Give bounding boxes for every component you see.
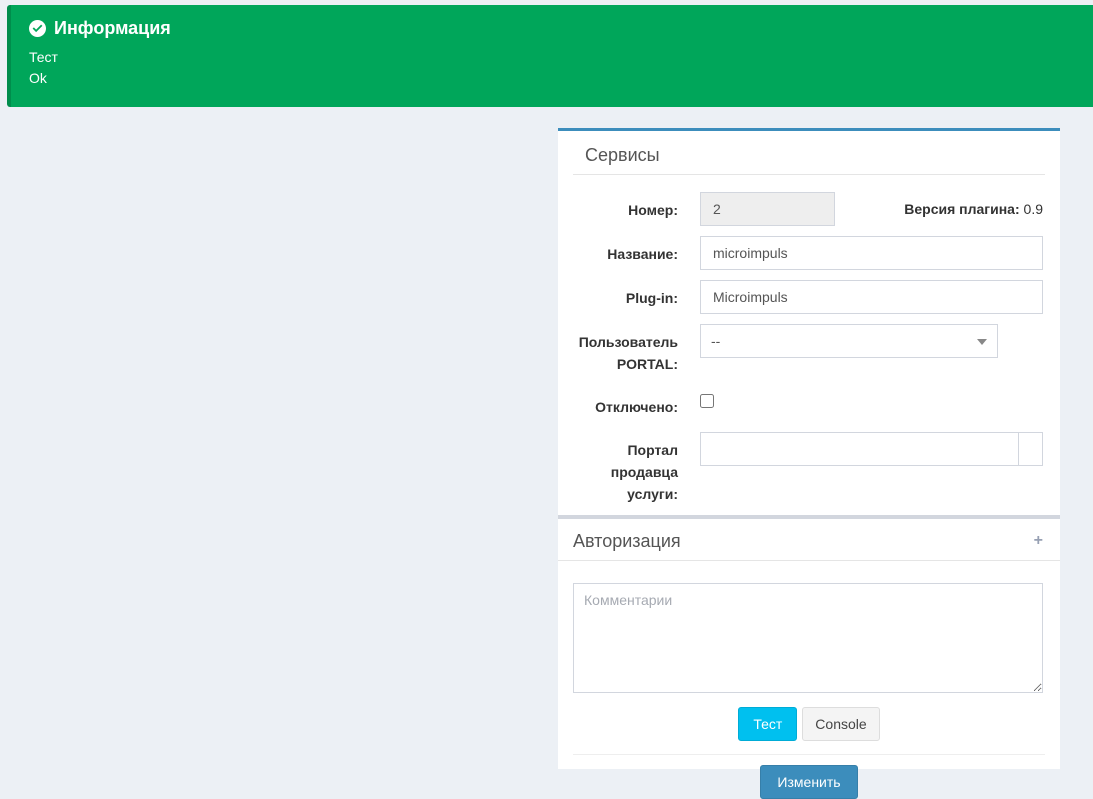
- authorization-header: Авторизация +: [558, 519, 1060, 552]
- services-form: Номер: Версия плагина: 0.9 Название: Plu…: [558, 175, 1060, 505]
- test-button[interactable]: Тест: [738, 707, 797, 741]
- name-label: Название:: [573, 236, 678, 270]
- plugin-version-value: 0.9: [1024, 201, 1043, 217]
- name-input[interactable]: [700, 236, 1043, 270]
- plugin-input[interactable]: [700, 280, 1043, 314]
- portal-user-label: Пользователь PORTAL:: [573, 324, 678, 375]
- seller-portal-lookup-button[interactable]: [1018, 432, 1043, 466]
- chevron-down-icon: [977, 339, 987, 345]
- portal-user-selected-value: --: [711, 333, 720, 349]
- form-row-seller-portal: Портал продавца услуги:: [573, 432, 1045, 505]
- number-label: Номер:: [573, 192, 678, 226]
- submit-button[interactable]: Изменить: [760, 765, 857, 799]
- info-alert: Информация Тест Ok: [7, 5, 1093, 107]
- divider: [558, 560, 1060, 561]
- services-title: Сервисы: [585, 144, 1045, 166]
- alert-title: Информация: [54, 18, 171, 39]
- plugin-label: Plug-in:: [573, 280, 678, 314]
- portal-user-select[interactable]: --: [700, 324, 998, 358]
- console-button[interactable]: Console: [802, 707, 879, 741]
- form-row-portal-user: Пользователь PORTAL: --: [573, 324, 1045, 375]
- alert-line-1: Тест: [29, 47, 1073, 68]
- form-row-disabled: Отключено:: [573, 389, 1045, 418]
- form-row-number: Номер: Версия плагина: 0.9: [573, 192, 1045, 226]
- comments-textarea[interactable]: [573, 583, 1043, 693]
- alert-line-2: Ok: [29, 68, 1073, 89]
- seller-portal-input[interactable]: [700, 432, 1019, 466]
- form-row-name: Название:: [573, 236, 1045, 270]
- authorization-title: Авторизация: [573, 530, 681, 552]
- divider: [573, 754, 1045, 755]
- submit-row: Изменить: [558, 765, 1060, 799]
- test-button-row: Тест Console: [558, 707, 1060, 741]
- expand-plus-icon[interactable]: +: [1032, 530, 1045, 552]
- check-circle-icon: [29, 20, 46, 37]
- services-panel: Сервисы Номер: Версия плагина: 0.9 Назва…: [558, 128, 1060, 769]
- plugin-version-label: Версия плагина:: [904, 201, 1019, 217]
- number-input[interactable]: [700, 192, 835, 226]
- seller-portal-label: Портал продавца услуги:: [573, 432, 678, 505]
- disabled-checkbox[interactable]: [700, 394, 714, 408]
- plugin-version: Версия плагина: 0.9: [835, 192, 1043, 219]
- form-row-plugin: Plug-in:: [573, 280, 1045, 314]
- disabled-label: Отключено:: [573, 389, 678, 418]
